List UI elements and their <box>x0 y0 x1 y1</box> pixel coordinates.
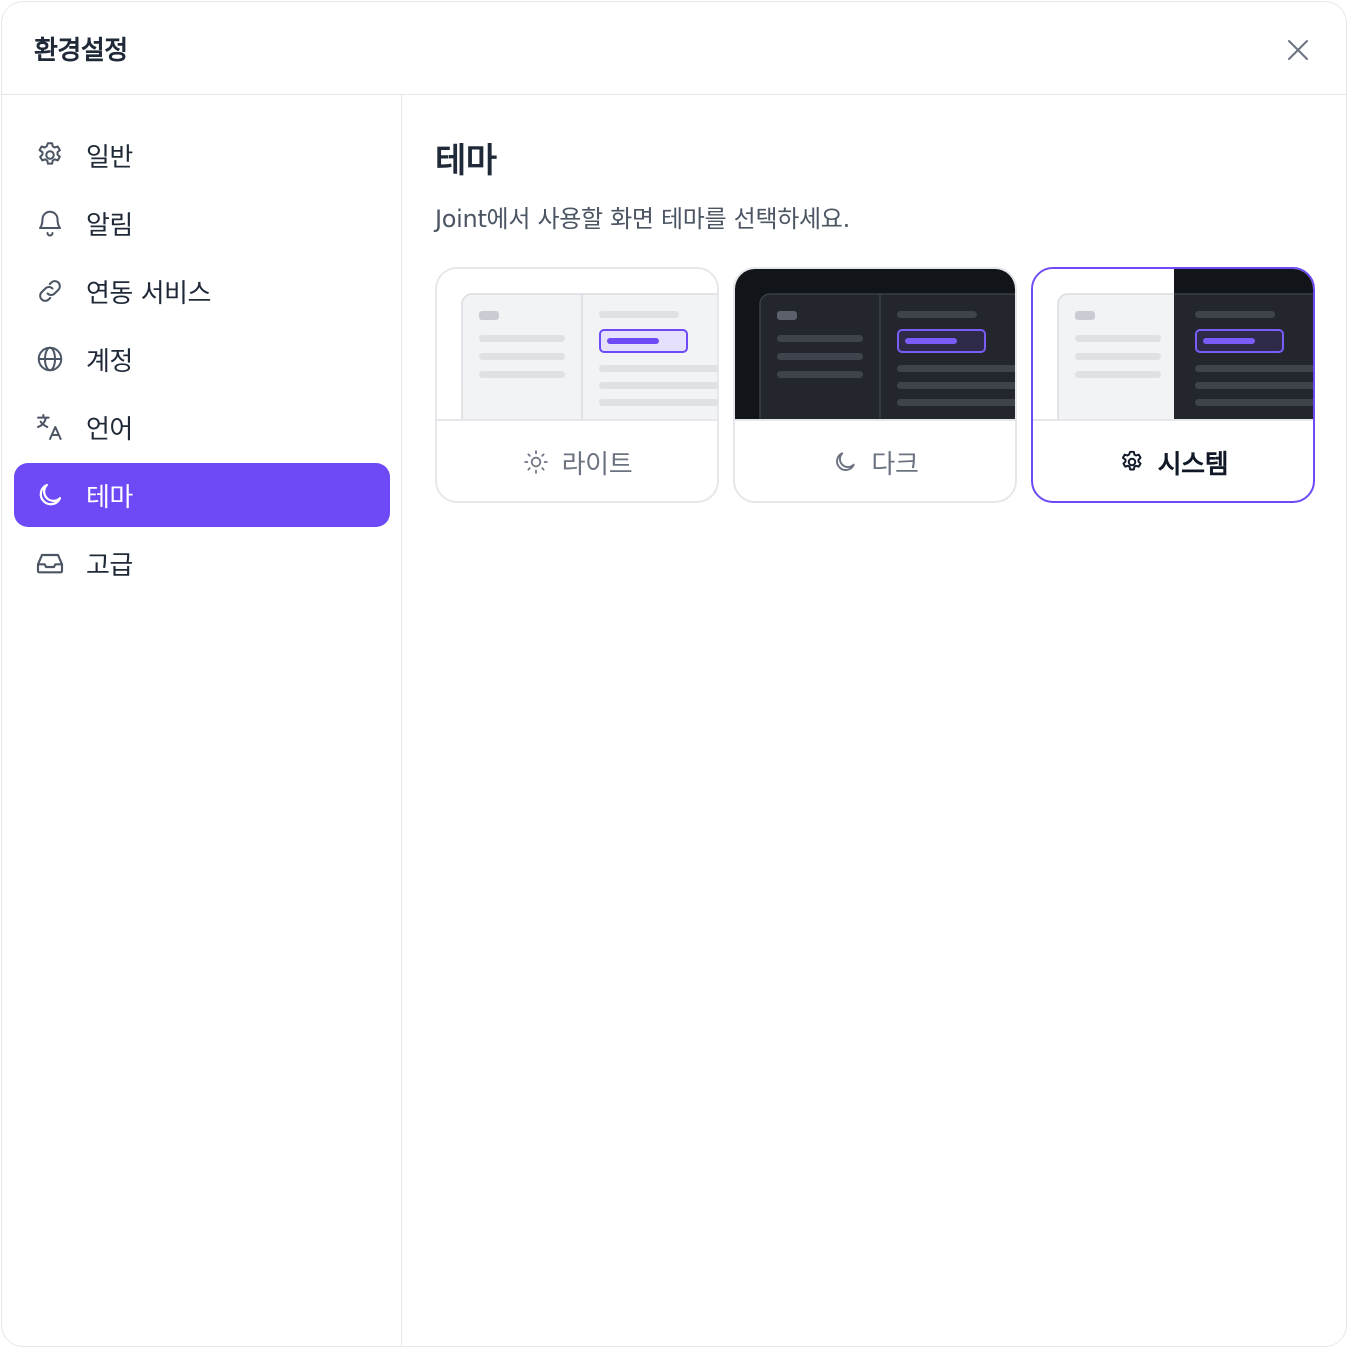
sidebar-item-theme[interactable]: 테마 <box>14 463 390 527</box>
sidebar-item-account[interactable]: 계정 <box>14 327 390 391</box>
moon-icon <box>831 448 859 476</box>
sidebar-item-integrations[interactable]: 연동 서비스 <box>14 259 390 323</box>
theme-card-label: 라이트 <box>437 421 717 501</box>
theme-panel: 테마 Joint에서 사용할 화면 테마를 선택하세요. 라이트 다크 시스템 <box>403 95 1346 1346</box>
settings-dialog: 환경설정 일반 알림 연동 서비스 계정 언어 테마 고급 테마 Joint에서… <box>1 1 1347 1347</box>
theme-light-label: 라이트 <box>561 449 633 480</box>
dialog-header: 환경설정 <box>2 2 1346 95</box>
system-theme-preview <box>1033 269 1313 421</box>
theme-card-label: 다크 <box>735 421 1015 501</box>
sun-icon <box>522 448 550 476</box>
dark-theme-preview <box>735 269 1015 421</box>
theme-card-system[interactable]: 시스템 <box>1031 267 1315 503</box>
dialog-title: 환경설정 <box>34 36 128 66</box>
sidebar-item-general[interactable]: 일반 <box>14 123 390 187</box>
light-theme-preview <box>437 269 717 421</box>
bell-icon <box>34 207 66 239</box>
close-icon <box>1288 40 1308 60</box>
close-button[interactable] <box>1280 32 1316 68</box>
sidebar-item-label: 알림 <box>86 210 133 241</box>
sidebar-item-label: 테마 <box>86 482 133 513</box>
sidebar-item-label: 일반 <box>86 142 133 173</box>
sidebar-item-label: 계정 <box>86 346 133 377</box>
theme-card-dark[interactable]: 다크 <box>733 267 1017 503</box>
sidebar-item-label: 연동 서비스 <box>86 278 211 309</box>
translate-icon <box>34 411 66 443</box>
gear-icon <box>34 139 66 171</box>
theme-dark-label: 다크 <box>871 449 919 480</box>
link-icon <box>34 275 66 307</box>
page-description: Joint에서 사용할 화면 테마를 선택하세요. <box>435 205 850 233</box>
gear-icon <box>1118 448 1146 476</box>
inbox-icon <box>34 547 66 579</box>
sidebar-item-label: 언어 <box>86 414 133 445</box>
moon-icon <box>34 479 66 511</box>
theme-system-label: 시스템 <box>1157 449 1229 480</box>
theme-card-light[interactable]: 라이트 <box>435 267 719 503</box>
globe-icon <box>34 343 66 375</box>
theme-card-label: 시스템 <box>1033 421 1313 501</box>
sidebar-item-notifications[interactable]: 알림 <box>14 191 390 255</box>
sidebar-item-advanced[interactable]: 고급 <box>14 531 390 595</box>
settings-sidebar: 일반 알림 연동 서비스 계정 언어 테마 고급 <box>2 95 402 1346</box>
page-title: 테마 <box>435 141 497 181</box>
sidebar-item-label: 고급 <box>86 550 133 581</box>
sidebar-item-language[interactable]: 언어 <box>14 395 390 459</box>
